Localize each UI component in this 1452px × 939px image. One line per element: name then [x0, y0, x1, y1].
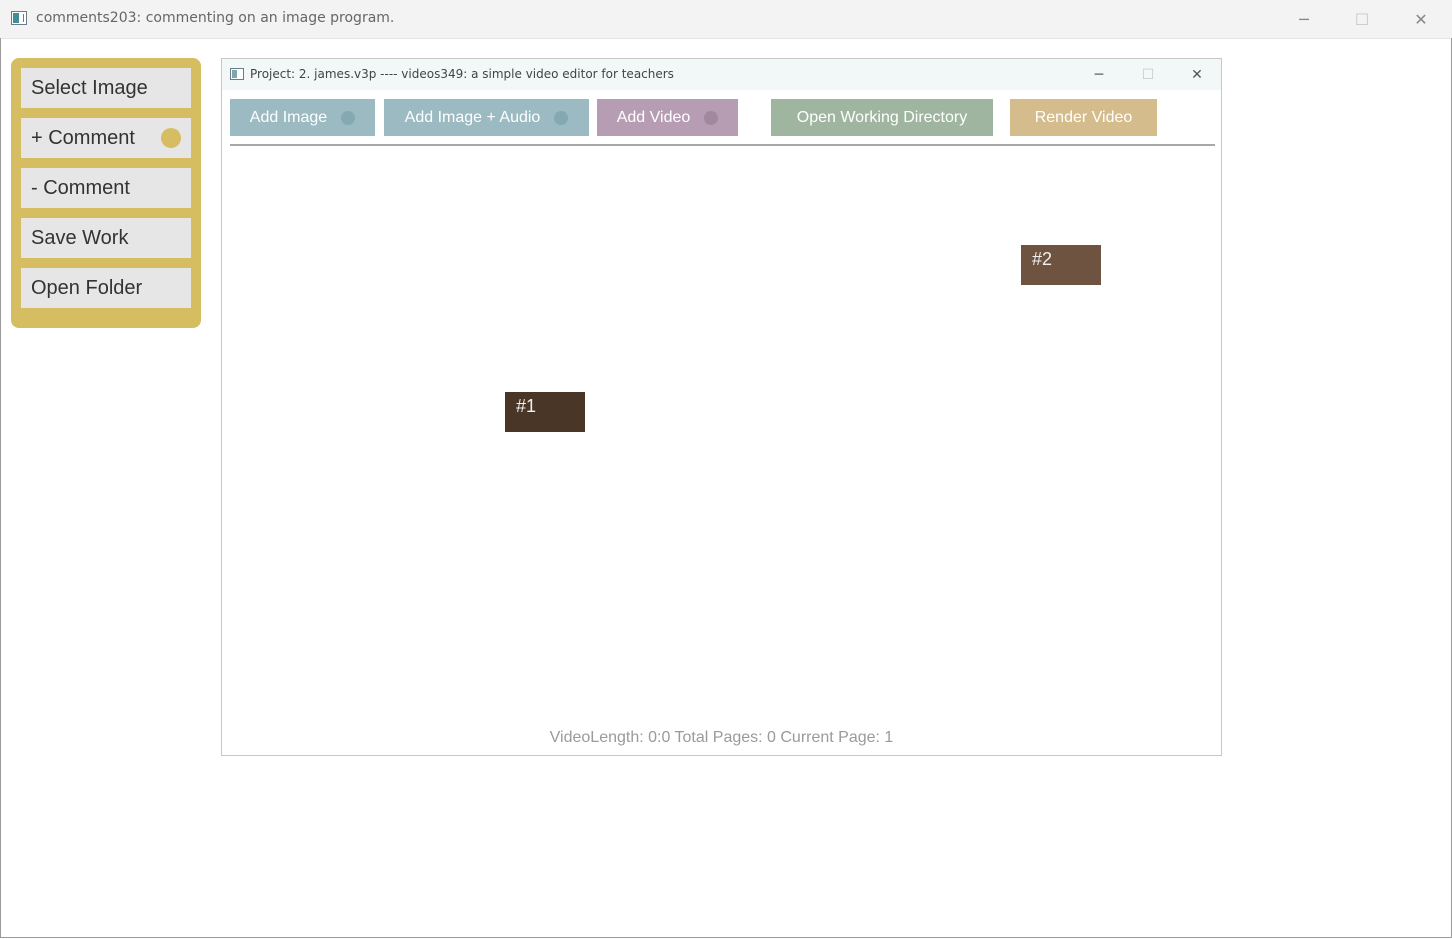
remove-comment-label: - Comment: [31, 177, 130, 199]
app-icon: [11, 11, 27, 25]
render-video-button[interactable]: Render Video: [1010, 99, 1157, 136]
add-video-indicator-dot: [704, 110, 719, 125]
inner-window-title: Project: 2. james.v3p ---- videos349: a …: [250, 67, 674, 81]
add-image-audio-label: Add Image + Audio: [404, 108, 541, 126]
add-comment-button[interactable]: + Comment: [21, 118, 191, 158]
minimize-button[interactable]: ─: [1275, 0, 1333, 38]
page-marker-1[interactable]: #1: [505, 392, 585, 432]
add-image-audio-indicator-dot: [554, 110, 569, 125]
add-image-button[interactable]: Add Image: [230, 99, 375, 136]
inner-window: Project: 2. james.v3p ---- videos349: a …: [221, 58, 1222, 756]
open-working-directory-label: Open Working Directory: [796, 108, 968, 126]
side-panel: Select Image + Comment - Comment Save Wo…: [11, 58, 201, 328]
status-bar-text: VideoLength: 0:0 Total Pages: 0 Current …: [549, 729, 894, 746]
open-folder-button[interactable]: Open Folder: [21, 268, 191, 308]
add-comment-indicator-dot: [161, 128, 181, 148]
add-comment-label: + Comment: [31, 127, 135, 149]
inner-maximize-button[interactable]: ☐: [1124, 59, 1172, 90]
select-image-label: Select Image: [31, 77, 148, 99]
outer-window-title: comments203: commenting on an image prog…: [36, 10, 395, 26]
save-work-button[interactable]: Save Work: [21, 218, 191, 258]
inner-close-button[interactable]: ✕: [1173, 59, 1221, 90]
add-video-label: Add Video: [616, 108, 691, 126]
render-video-label: Render Video: [1034, 108, 1133, 126]
open-folder-label: Open Folder: [31, 277, 143, 299]
page-marker-1-label: #1: [516, 396, 537, 416]
add-video-button[interactable]: Add Video: [597, 99, 738, 136]
inner-titlebar: Project: 2. james.v3p ---- videos349: a …: [222, 59, 1221, 90]
inner-app-icon: [230, 68, 244, 80]
open-working-directory-button[interactable]: Open Working Directory: [771, 99, 993, 136]
add-image-label: Add Image: [249, 108, 328, 126]
page-marker-2-label: #2: [1032, 249, 1053, 269]
remove-comment-button[interactable]: - Comment: [21, 168, 191, 208]
inner-minimize-button[interactable]: ─: [1075, 59, 1123, 90]
close-button[interactable]: ✕: [1392, 0, 1450, 38]
maximize-button[interactable]: ☐: [1333, 0, 1391, 38]
outer-titlebar: comments203: commenting on an image prog…: [0, 0, 1452, 39]
page-marker-2[interactable]: #2: [1021, 245, 1101, 285]
add-image-indicator-dot: [341, 110, 356, 125]
add-image-audio-button[interactable]: Add Image + Audio: [384, 99, 589, 136]
toolbar-divider: [230, 144, 1215, 146]
select-image-button[interactable]: Select Image: [21, 68, 191, 108]
save-work-label: Save Work: [31, 227, 129, 249]
